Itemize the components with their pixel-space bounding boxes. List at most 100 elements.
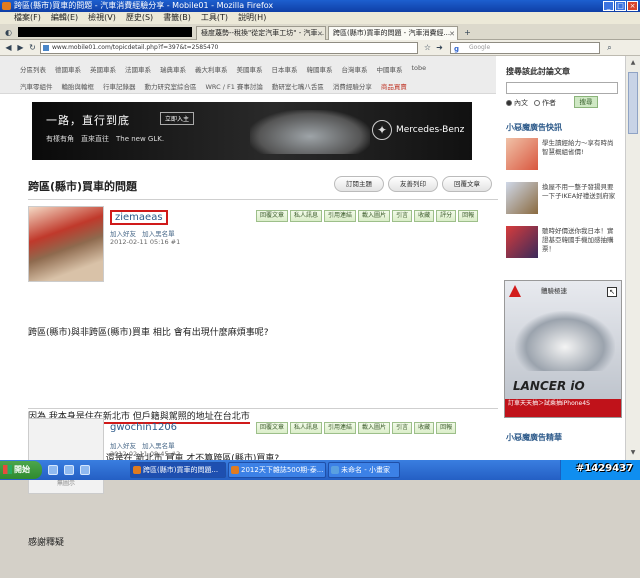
media-icon[interactable] — [80, 465, 90, 475]
report-button[interactable]: 回報 — [436, 422, 457, 434]
category-link[interactable]: 汽車零組件 — [20, 81, 53, 91]
taskbar-item-browser[interactable]: 2012天下雜誌500期-泰... — [228, 462, 326, 478]
start-button[interactable]: 開始 — [0, 461, 42, 479]
favorite-button[interactable]: 收藏 — [414, 210, 435, 222]
category-link[interactable]: 日本車系 — [272, 64, 298, 74]
quote-link-button[interactable]: 引用連結 — [324, 422, 357, 434]
reply-post-button[interactable]: 回覆文章 — [256, 210, 289, 222]
category-link[interactable]: 動研室七嘴八舌區 — [272, 81, 324, 91]
print-button[interactable]: 友善列印 — [388, 176, 438, 192]
menu-bookmarks[interactable]: 書籤(B) — [163, 12, 191, 24]
menu-help[interactable]: 說明(H) — [238, 12, 266, 24]
category-link[interactable]: WRC / F1 賽事討論 — [206, 81, 263, 91]
back-icon[interactable]: ◀ — [3, 42, 14, 53]
load-images-button[interactable]: 載入圖片 — [358, 210, 391, 222]
url-input[interactable]: www.mobile01.com/topicdetail.php?f=397&t… — [40, 42, 418, 54]
add-friend-link[interactable]: 加入好友 — [110, 442, 136, 450]
category-link[interactable]: 中國車系 — [377, 64, 403, 74]
banner-subline: 有樣有角 直來直往 The new GLK. — [46, 135, 165, 143]
forward-icon[interactable]: ▶ — [15, 42, 26, 53]
category-link[interactable]: 英國車系 — [90, 64, 116, 74]
taskbar-item-firefox[interactable]: 跨區(縣市)買車的問題... — [130, 462, 226, 478]
category-link[interactable]: 商品買賣 — [381, 81, 407, 91]
scroll-thumb[interactable] — [628, 72, 638, 134]
avatar[interactable]: 無圖示 — [28, 418, 104, 494]
ad-thumb — [506, 138, 538, 170]
mitsubishi-ad[interactable]: 體驗極速 ↖ LANCER iO 訂車天天抽＞試乘抽iPhone4S — [504, 280, 622, 418]
private-message-button[interactable]: 私人訊息 — [290, 210, 323, 222]
minimize-icon[interactable]: _ — [603, 1, 614, 11]
radio-content[interactable]: 內文 — [506, 98, 528, 108]
reply-button[interactable]: 回覆文章 — [442, 176, 492, 192]
maximize-icon[interactable]: □ — [615, 1, 626, 11]
menu-file[interactable]: 檔案(F) — [14, 12, 41, 24]
tab-2[interactable]: 跨區(縣市)買車的問題 - 汽車消費經... ✕ — [328, 26, 458, 40]
reload-icon[interactable]: ↻ — [27, 42, 38, 53]
search-go-icon[interactable]: ⌕ — [604, 42, 615, 53]
ad-item-3[interactable]: 聽時好價送你我日本！實證基亞韓國手機加感抽購票！ — [506, 226, 618, 258]
radio-off-icon — [534, 100, 540, 106]
category-link[interactable]: tobe — [412, 64, 427, 74]
ads-highlight-title: 小惡魔廣告精華 — [506, 433, 562, 442]
user-links: 加入好友 加入黑名單 — [110, 440, 179, 450]
category-link[interactable]: 瑞典車系 — [160, 64, 186, 74]
menu-history[interactable]: 歷史(S) — [126, 12, 153, 24]
add-friend-link[interactable]: 加入好友 — [110, 230, 136, 238]
rate-button[interactable]: 評分 — [436, 210, 457, 222]
ad-item-1[interactable]: 學生讀經給力～享有時尚智慧概組省價! — [506, 138, 618, 170]
search-input[interactable]: g Google — [450, 42, 600, 54]
category-link[interactable]: 消費經驗分享 — [333, 81, 372, 91]
avatar[interactable] — [28, 206, 104, 282]
post-line — [28, 494, 279, 508]
tab-close-icon[interactable]: ✕ — [317, 28, 323, 40]
add-blacklist-link[interactable]: 加入黑名單 — [142, 230, 175, 238]
category-link[interactable]: 台灣車系 — [342, 64, 368, 74]
category-link[interactable]: 輪胎與輪框 — [62, 81, 95, 91]
post-username[interactable]: ziemaeas — [110, 210, 168, 225]
reply-post-button[interactable]: 回覆文章 — [256, 422, 289, 434]
quote-button[interactable]: 引言 — [392, 422, 413, 434]
sidebar-search-button[interactable]: 搜尋 — [574, 96, 598, 108]
menu-view[interactable]: 檢視(V) — [88, 12, 116, 24]
radio-author[interactable]: 作者 — [534, 98, 556, 108]
category-link[interactable]: 德國車系 — [55, 64, 81, 74]
load-images-button[interactable]: 載入圖片 — [358, 422, 391, 434]
car-image — [515, 311, 615, 371]
subscribe-button[interactable]: 訂閱主題 — [334, 176, 384, 192]
quote-button[interactable]: 引言 — [392, 210, 413, 222]
post-line — [28, 368, 279, 382]
private-message-button[interactable]: 私人訊息 — [290, 422, 323, 434]
category-link[interactable]: 韓國車系 — [307, 64, 333, 74]
new-tab-icon[interactable]: + — [462, 27, 473, 38]
ie-icon[interactable] — [64, 465, 74, 475]
post-username[interactable]: gwochin1206 — [110, 422, 177, 433]
taskbar-item-paint[interactable]: 未命名 - 小畫家 — [328, 462, 400, 478]
ad-banner[interactable]: 一路，直行到底 立即入主 有樣有角 直來直往 The new GLK. ✦ Me… — [32, 102, 472, 160]
quote-link-button[interactable]: 引用連結 — [324, 210, 357, 222]
report-button[interactable]: 回報 — [458, 210, 479, 222]
menu-edit[interactable]: 編輯(E) — [51, 12, 78, 24]
category-link[interactable]: 法國車系 — [125, 64, 151, 74]
scrollbar[interactable]: ▲ ▼ — [625, 56, 640, 460]
tab-close-icon[interactable]: ✕ — [449, 28, 455, 40]
banner-cta-button[interactable]: 立即入主 — [160, 112, 195, 125]
category-link[interactable]: 美國車系 — [237, 64, 263, 74]
tab-1[interactable]: 極度蔑勢--稅換"從定汽車工坊" - 汽車... ✕ — [196, 26, 326, 40]
post-line: 感謝釋疑 — [28, 538, 65, 548]
scroll-down-icon[interactable]: ▼ — [628, 448, 638, 458]
category-link[interactable]: 分區列表 — [20, 64, 46, 74]
ad-item-2[interactable]: 換屋不用一整子發揚貝要一下子IKEA好禮送到府家 — [506, 182, 618, 214]
scroll-up-icon[interactable]: ▲ — [628, 58, 638, 68]
favorite-button[interactable]: 收藏 — [414, 422, 435, 434]
sidebar-search-input[interactable] — [506, 82, 618, 94]
bookmark-star-icon[interactable]: ☆ — [422, 42, 433, 53]
category-link[interactable]: 動力研究室綜合區 — [145, 81, 197, 91]
add-blacklist-link[interactable]: 加入黑名單 — [142, 442, 175, 450]
desktop-icon[interactable] — [48, 465, 58, 475]
redacted-bar — [18, 27, 192, 37]
category-link[interactable]: 行車記錄器 — [103, 81, 136, 91]
category-link[interactable]: 義大利車系 — [195, 64, 228, 74]
close-icon[interactable]: × — [627, 1, 638, 11]
menu-tools[interactable]: 工具(T) — [201, 12, 228, 24]
go-icon[interactable]: ➜ — [434, 42, 445, 53]
